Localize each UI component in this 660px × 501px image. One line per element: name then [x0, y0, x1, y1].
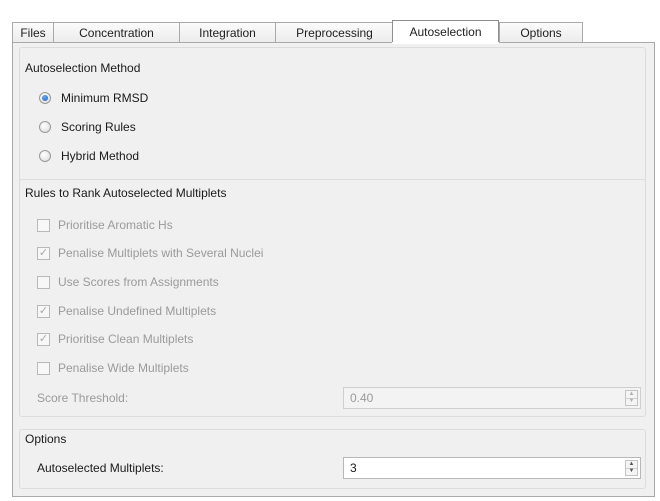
- checkmark-icon: ✓: [38, 304, 49, 317]
- checkbox[interactable]: [37, 218, 50, 232]
- checkbox-label: Use Scores from Assignments: [58, 275, 219, 289]
- tab-bar: Files Concentration Integration Preproce…: [12, 20, 655, 43]
- spin-buttons: ▲ ▼: [625, 460, 638, 476]
- checkbox-label: Penalise Wide Multiplets: [58, 361, 189, 375]
- radio-label: Scoring Rules: [61, 120, 136, 134]
- checkmark-icon: ✓: [38, 246, 49, 259]
- autoselected-multiplets-spinbox[interactable]: 3 ▲ ▼: [343, 457, 641, 479]
- check-prioritise-clean[interactable]: ✓ Prioritise Clean Multiplets: [37, 330, 193, 348]
- checkbox-label: Prioritise Clean Multiplets: [58, 332, 194, 346]
- options-group-title: Options: [25, 432, 67, 446]
- active-tab-joiner: [392, 42, 499, 44]
- checkbox[interactable]: [37, 275, 50, 289]
- check-prioritise-aromatic-hs[interactable]: Prioritise Aromatic Hs: [37, 216, 173, 234]
- checkbox-checked[interactable]: ✓: [37, 304, 50, 318]
- rules-group: [19, 179, 646, 417]
- checkmark-icon: ✓: [38, 332, 49, 345]
- radio-minimum-rmsd[interactable]: Minimum RMSD: [39, 89, 148, 107]
- checkbox-label: Penalise Undefined Multiplets: [58, 304, 217, 318]
- checkbox-checked[interactable]: ✓: [37, 332, 50, 346]
- tab-page-autoselection: Autoselection Method Minimum RMSD Scorin…: [12, 42, 655, 497]
- radio-button[interactable]: [39, 121, 51, 133]
- spin-down-icon[interactable]: ▼: [626, 398, 637, 405]
- radio-hybrid-method[interactable]: Hybrid Method: [39, 147, 139, 165]
- autoselected-multiplets-value: 3: [350, 461, 357, 475]
- score-threshold-spinbox[interactable]: 0.40 ▲ ▼: [343, 387, 641, 409]
- score-threshold-value: 0.40: [350, 391, 374, 405]
- tab-options[interactable]: Options: [499, 22, 583, 42]
- check-use-scores-from-assignments[interactable]: Use Scores from Assignments: [37, 273, 219, 291]
- check-penalise-several-nuclei[interactable]: ✓ Penalise Multiplets with Several Nucle…: [37, 244, 263, 262]
- tab-files[interactable]: Files: [12, 22, 54, 42]
- check-penalise-undefined[interactable]: ✓ Penalise Undefined Multiplets: [37, 302, 216, 320]
- tab-integration[interactable]: Integration: [179, 22, 276, 42]
- checkbox-checked[interactable]: ✓: [37, 246, 50, 260]
- check-penalise-wide[interactable]: Penalise Wide Multiplets: [37, 359, 189, 377]
- autoselection-dialog: Files Concentration Integration Preproce…: [0, 0, 660, 501]
- checkbox[interactable]: [37, 361, 50, 375]
- radio-label: Minimum RMSD: [61, 91, 149, 105]
- tab-autoselection[interactable]: Autoselection: [392, 20, 499, 43]
- score-threshold-label: Score Threshold:: [37, 391, 129, 405]
- radio-button-selected[interactable]: [39, 92, 51, 104]
- spin-buttons: ▲ ▼: [625, 390, 638, 406]
- autoselected-multiplets-label: Autoselected Multiplets:: [37, 461, 164, 475]
- method-group-title: Autoselection Method: [25, 61, 141, 75]
- radio-label: Hybrid Method: [61, 149, 140, 163]
- radio-button[interactable]: [39, 150, 51, 162]
- checkbox-label: Penalise Multiplets with Several Nuclei: [58, 246, 264, 260]
- rules-group-title: Rules to Rank Autoselected Multiplets: [25, 186, 227, 200]
- tab-concentration[interactable]: Concentration: [53, 22, 180, 42]
- tab-preprocessing[interactable]: Preprocessing: [275, 22, 394, 42]
- checkbox-label: Prioritise Aromatic Hs: [58, 218, 173, 232]
- spin-down-icon[interactable]: ▼: [626, 468, 637, 475]
- radio-scoring-rules[interactable]: Scoring Rules: [39, 118, 136, 136]
